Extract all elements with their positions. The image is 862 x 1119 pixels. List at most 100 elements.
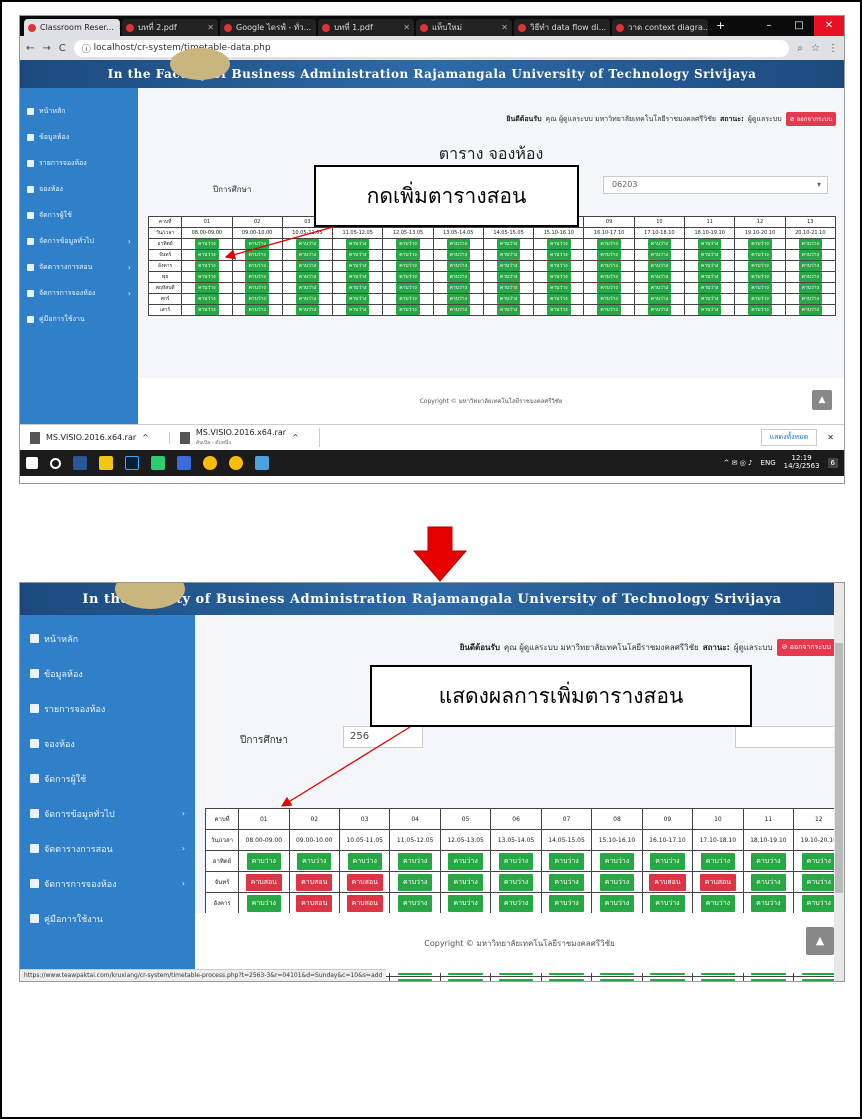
menu-icon[interactable]: ⋮: [828, 43, 838, 54]
chevron-up-icon[interactable]: ^: [292, 433, 299, 442]
free-slot-button[interactable]: คาบว่าง: [599, 873, 635, 891]
scroll-top-button[interactable]: ▲: [806, 927, 834, 955]
free-slot-button[interactable]: คาบว่าง: [697, 305, 722, 315]
search-icon[interactable]: [50, 457, 61, 469]
free-slot-button[interactable]: คาบว่าง: [295, 283, 320, 293]
free-slot-button[interactable]: คาบว่าง: [295, 261, 320, 271]
close-window-icon[interactable]: ✕: [814, 16, 844, 36]
sidebar-item[interactable]: หน้าหลัก: [20, 621, 195, 656]
browser-tab[interactable]: Classroom Reser... ✕: [24, 19, 120, 36]
free-slot-button[interactable]: คาบว่าง: [396, 261, 420, 271]
free-slot-button[interactable]: คาบว่าง: [346, 272, 370, 282]
free-slot-button[interactable]: คาบว่าง: [245, 261, 269, 271]
sidebar-item[interactable]: จัดตารางการสอน ›: [20, 254, 138, 280]
free-slot-button[interactable]: คาบว่าง: [650, 852, 685, 870]
app-icon[interactable]: [255, 456, 269, 470]
free-slot-button[interactable]: คาบว่าง: [446, 283, 470, 293]
free-slot-button[interactable]: คาบว่าง: [195, 294, 219, 304]
windows-start-icon[interactable]: [26, 457, 38, 469]
free-slot-button[interactable]: คาบว่าง: [801, 852, 836, 870]
free-slot-button[interactable]: คาบว่าง: [748, 239, 772, 249]
sidebar-item[interactable]: คู่มือการใช้งาน: [20, 901, 195, 936]
download-item[interactable]: MS.VISIO.2016.x64.rar ^: [30, 431, 170, 444]
free-slot-button[interactable]: คาบว่าง: [496, 272, 521, 282]
page-scrollbar[interactable]: [834, 583, 844, 981]
free-slot-button[interactable]: คาบว่าง: [448, 873, 483, 891]
free-slot-button[interactable]: คาบว่าง: [448, 894, 483, 912]
free-slot-button[interactable]: คาบว่าง: [798, 294, 822, 304]
free-slot-button[interactable]: คาบว่าง: [397, 873, 433, 891]
notification-badge[interactable]: 6: [827, 458, 838, 468]
free-slot-button[interactable]: คาบว่าง: [798, 272, 822, 282]
sidebar-item[interactable]: จัดการการจองห้อง ›: [20, 866, 195, 901]
free-slot-button[interactable]: คาบว่าง: [697, 250, 722, 260]
free-slot-button[interactable]: คาบว่าง: [650, 894, 685, 912]
free-slot-button[interactable]: คาบว่าง: [346, 305, 370, 315]
free-slot-button[interactable]: คาบว่าง: [647, 272, 672, 282]
free-slot-button[interactable]: คาบว่าง: [547, 305, 571, 315]
sidebar-item[interactable]: คู่มือการใช้งาน: [20, 306, 138, 332]
free-slot-button[interactable]: คาบว่าง: [496, 305, 521, 315]
free-slot-button[interactable]: คาบว่าง: [195, 250, 219, 260]
chevron-up-icon[interactable]: ^: [142, 433, 149, 442]
browser-tab[interactable]: วิธีทำ data flow di...✕: [514, 19, 610, 36]
free-slot-button[interactable]: คาบว่าง: [597, 272, 621, 282]
busy-slot-button[interactable]: คาบสอน: [649, 873, 686, 891]
free-slot-button[interactable]: คาบว่าง: [647, 305, 672, 315]
free-slot-button[interactable]: คาบว่าง: [647, 294, 672, 304]
free-slot-button[interactable]: คาบว่าง: [297, 852, 332, 870]
free-slot-button[interactable]: คาบว่าง: [498, 852, 534, 870]
free-slot-button[interactable]: คาบว่าง: [246, 894, 281, 912]
close-tab-icon[interactable]: ✕: [207, 23, 214, 32]
free-slot-button[interactable]: คาบว่าง: [396, 283, 420, 293]
free-slot-button[interactable]: คาบว่าง: [446, 250, 470, 260]
free-slot-button[interactable]: คาบว่าง: [396, 305, 420, 315]
free-slot-button[interactable]: คาบว่าง: [599, 852, 635, 870]
free-slot-button[interactable]: คาบว่าง: [346, 239, 370, 249]
free-slot-button[interactable]: คาบว่าง: [245, 272, 269, 282]
free-slot-button[interactable]: คาบว่าง: [748, 272, 772, 282]
busy-slot-button[interactable]: คาบสอน: [699, 873, 737, 891]
free-slot-button[interactable]: คาบว่าง: [647, 250, 672, 260]
free-slot-button[interactable]: คาบว่าง: [396, 294, 420, 304]
busy-slot-button[interactable]: คาบสอน: [296, 873, 333, 891]
close-tab-icon[interactable]: ✕: [118, 23, 120, 32]
free-slot-button[interactable]: คาบว่าง: [245, 283, 269, 293]
free-slot-button[interactable]: คาบว่าง: [496, 250, 521, 260]
close-tab-icon[interactable]: ✕: [315, 23, 316, 32]
free-slot-button[interactable]: คาบว่าง: [295, 272, 320, 282]
free-slot-button[interactable]: คาบว่าง: [346, 294, 370, 304]
free-slot-button[interactable]: คาบว่าง: [798, 283, 822, 293]
zoom-icon[interactable]: ⌕: [797, 43, 803, 54]
free-slot-button[interactable]: คาบว่าง: [647, 261, 672, 271]
free-slot-button[interactable]: คาบว่าง: [347, 852, 382, 870]
free-slot-button[interactable]: คาบว่าง: [697, 283, 722, 293]
free-slot-button[interactable]: คาบว่าง: [647, 239, 672, 249]
free-slot-button[interactable]: คาบว่าง: [498, 873, 534, 891]
free-slot-button[interactable]: คาบว่าง: [650, 978, 685, 981]
free-slot-button[interactable]: คาบว่าง: [547, 272, 571, 282]
free-slot-button[interactable]: คาบว่าง: [549, 894, 584, 912]
free-slot-button[interactable]: คาบว่าง: [599, 978, 635, 981]
free-slot-button[interactable]: คาบว่าง: [245, 239, 269, 249]
free-slot-button[interactable]: คาบว่าง: [549, 852, 584, 870]
sidebar-item[interactable]: จัดการข้อมูลทั่วไป ›: [20, 796, 195, 831]
free-slot-button[interactable]: คาบว่าง: [547, 261, 571, 271]
reload-icon[interactable]: C: [59, 43, 66, 54]
free-slot-button[interactable]: คาบว่าง: [295, 294, 320, 304]
free-slot-button[interactable]: คาบว่าง: [549, 873, 584, 891]
new-tab-button[interactable]: +: [710, 16, 731, 36]
close-icon[interactable]: ✕: [827, 433, 834, 442]
room-select[interactable]: ▾: [735, 726, 844, 748]
free-slot-button[interactable]: คาบว่าง: [700, 852, 736, 870]
free-slot-button[interactable]: คาบว่าง: [798, 239, 822, 249]
show-all-downloads-button[interactable]: แสดงทั้งหมด: [760, 429, 818, 446]
free-slot-button[interactable]: คาบว่าง: [195, 272, 219, 282]
app-icon[interactable]: [177, 456, 191, 470]
free-slot-button[interactable]: คาบว่าง: [597, 305, 621, 315]
free-slot-button[interactable]: คาบว่าง: [397, 894, 433, 912]
free-slot-button[interactable]: คาบว่าง: [748, 283, 772, 293]
sidebar-item[interactable]: จองห้อง: [20, 726, 195, 761]
free-slot-button[interactable]: คาบว่าง: [446, 294, 470, 304]
sidebar-item[interactable]: จัดการผู้ใช้: [20, 202, 138, 228]
